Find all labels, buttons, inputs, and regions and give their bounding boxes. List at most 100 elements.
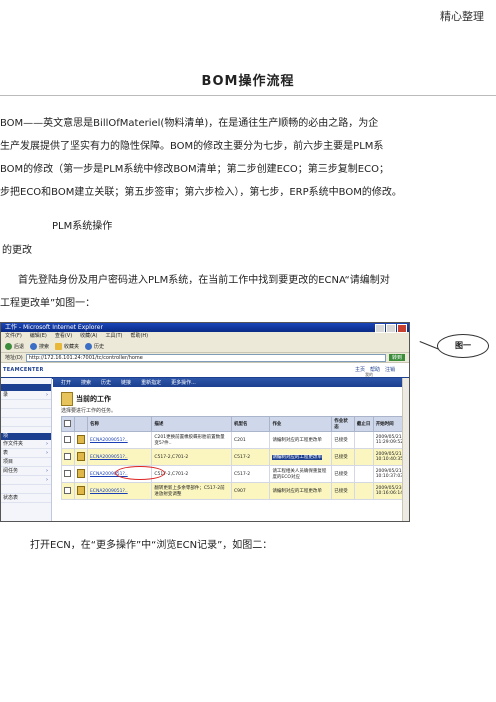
sidebar-item[interactable]: 录 › [1,391,51,400]
window-titlebar: 工作 - Microsoft Internet Explorer [1,323,409,333]
favorites-label: 收藏夹 [64,343,80,350]
due-date-header[interactable]: 截止日 [353,416,374,432]
checkbox-icon[interactable] [64,486,71,494]
worklist-subtitle: 选择要进行工作的任务。 [61,408,117,414]
menu-item[interactable]: 编辑(E) [30,332,47,340]
chevron-right-icon: › [46,450,48,456]
checkbox-icon[interactable] [64,435,71,443]
ecn-link[interactable]: ECNA2009051?.. [86,465,165,483]
row-select[interactable] [61,431,75,449]
sidebar-item[interactable]: › [1,476,51,485]
history-action[interactable]: 历史 [101,379,111,386]
task-status-header[interactable]: 作业状态 [331,416,355,432]
sidebar-item[interactable] [1,418,51,427]
description-header[interactable]: 描述 [151,416,232,432]
ecn-link-text[interactable]: ECNA2009051?.. [90,489,128,494]
paragraph-line: 生产发展提供了坚实有力的隐性保障。BOM的修改主要分为七步，前六步主要是PLM系 [0,141,384,152]
document-title: BOM操作流程 [201,74,295,89]
sidebar-item[interactable]: 表 › [1,449,51,458]
history-button[interactable]: 历史 [85,342,105,350]
row-select[interactable] [61,448,75,466]
go-button[interactable]: 转到 [388,354,405,361]
search-icon [30,342,38,350]
ecn-link-text[interactable]: ECNA2009051?.. [90,455,128,460]
sidebar-item-label: 表 [3,450,9,456]
checkbox-icon[interactable] [64,452,71,460]
document-icon [76,434,85,444]
chevron-right-icon: › [46,477,48,483]
table-row[interactable]: ECNA2009051?.. C201更换前置橡胶蝶形胎前置数量变5?件.. C… [61,431,409,449]
table-row[interactable]: ECNA2009051?.. C517-2,C701-2 C517-2 请工程相… [61,465,409,483]
minimize-icon[interactable] [375,324,385,333]
menu-item[interactable]: 帮助(H) [130,332,148,340]
figure-caption: 打开ECN，在“更多操作”中“浏览ECN记录”，如图二： [30,540,273,551]
table-row[interactable]: ECNA2009051?.. C517-2,C701-2 C517-2 请编制对… [61,448,409,466]
figure-callout: 图一 [437,334,489,358]
sidebar-header: 项 [1,433,51,440]
sidebar-item-label: 项目 [3,459,14,465]
open-action[interactable]: 打开 [61,379,71,386]
menu-item[interactable]: 收藏(A) [80,332,97,340]
sidebar-item[interactable]: 阅任务 › [1,467,51,476]
checkbox-icon[interactable] [64,469,71,477]
sidebar-item-label: 录 [3,392,9,398]
sidebar-item[interactable]: 作文件夹 › [1,440,51,449]
menu-item[interactable]: 查看(V) [55,332,72,340]
menu-item[interactable]: 文件(F) [5,332,22,340]
worklist-heading: 当前的工作 [61,392,111,406]
task-header[interactable]: 作业 [269,416,333,432]
search-button[interactable]: 搜索 [30,342,49,350]
task-table: 名称 描述 机型名 作业 作业状态 截止日 开始时间 ECNA2009051?.… [61,416,409,500]
reassign-action[interactable]: 重新指定 [141,379,161,386]
checkbox-icon[interactable] [64,419,71,427]
select-all-header[interactable] [61,416,75,432]
sidebar-item[interactable] [1,485,51,494]
vertical-scrollbar[interactable] [402,378,409,521]
ecn-link[interactable]: ECNA2009051?.. [86,482,153,500]
name-header[interactable]: 名称 [86,416,153,432]
back-icon [5,342,12,350]
back-button[interactable]: 后退 [5,342,24,350]
sidebar-item[interactable] [1,400,51,409]
logout-link[interactable]: 注销 [385,366,395,373]
sidebar-item[interactable]: 状态表 [1,494,51,503]
menu-item[interactable]: 工具(T) [106,332,123,340]
maximize-icon[interactable] [386,324,396,333]
table-row[interactable]: ECNA2009051?.. 翻转更新上多余零部件；C517-2前进放射变调整 … [61,482,409,500]
row-select[interactable] [61,465,75,483]
ecn-link[interactable]: ECNA2009051?.. [86,431,153,449]
row-status: 已接受 [331,465,355,483]
action-bar: 打开 搜索 历史 链接 重新指定 更多操作... [53,378,409,387]
row-select[interactable] [61,482,75,500]
row-due [353,431,374,449]
row-due [353,482,374,500]
row-task: 请编制对应的工程更改单 [269,482,333,500]
model-header[interactable]: 机型名 [230,416,271,432]
favorites-button[interactable]: 收藏夹 [55,342,80,350]
row-type [73,482,88,500]
address-input[interactable]: http://172.16.101.24:7001/tc/controller/… [25,353,386,362]
type-header [73,416,88,432]
subsection-heading: 的更改 [2,245,32,256]
sidebar: 录 › 项 作文件夹 › 表 › 项目 阅任务 › › 状态表 [1,378,52,521]
more-actions-menu[interactable]: 更多操作... [171,379,196,386]
row-due [353,465,374,483]
home-link[interactable]: 主页 [355,366,365,373]
sidebar-item-label: 作文件夹 [3,441,24,447]
ecn-link-text[interactable]: ECNA2009051?.. [90,438,128,443]
document-icon [76,451,85,461]
inbox-icon [61,392,73,406]
address-label: 地址(D) [5,355,23,361]
sidebar-item[interactable] [1,409,51,418]
link-action[interactable]: 链接 [121,379,131,386]
row-task: 请编制对应的工程更改单 [269,448,333,466]
address-bar: 地址(D) http://172.16.101.24:7001/tc/contr… [1,353,409,363]
paragraph-line: BOM的修改（第一步是PLM系统中修改BOM清单；第二步创建ECO；第三步复制E… [0,164,389,175]
search-action[interactable]: 搜索 [81,379,91,386]
history-label: 历史 [94,343,105,350]
sidebar-item-label: 阅任务 [3,468,19,474]
close-icon[interactable] [397,324,407,333]
row-status: 已接受 [331,448,355,466]
sidebar-item[interactable]: 项目 [1,458,51,467]
ecn-link[interactable]: ECNA2009051?.. [86,448,153,466]
